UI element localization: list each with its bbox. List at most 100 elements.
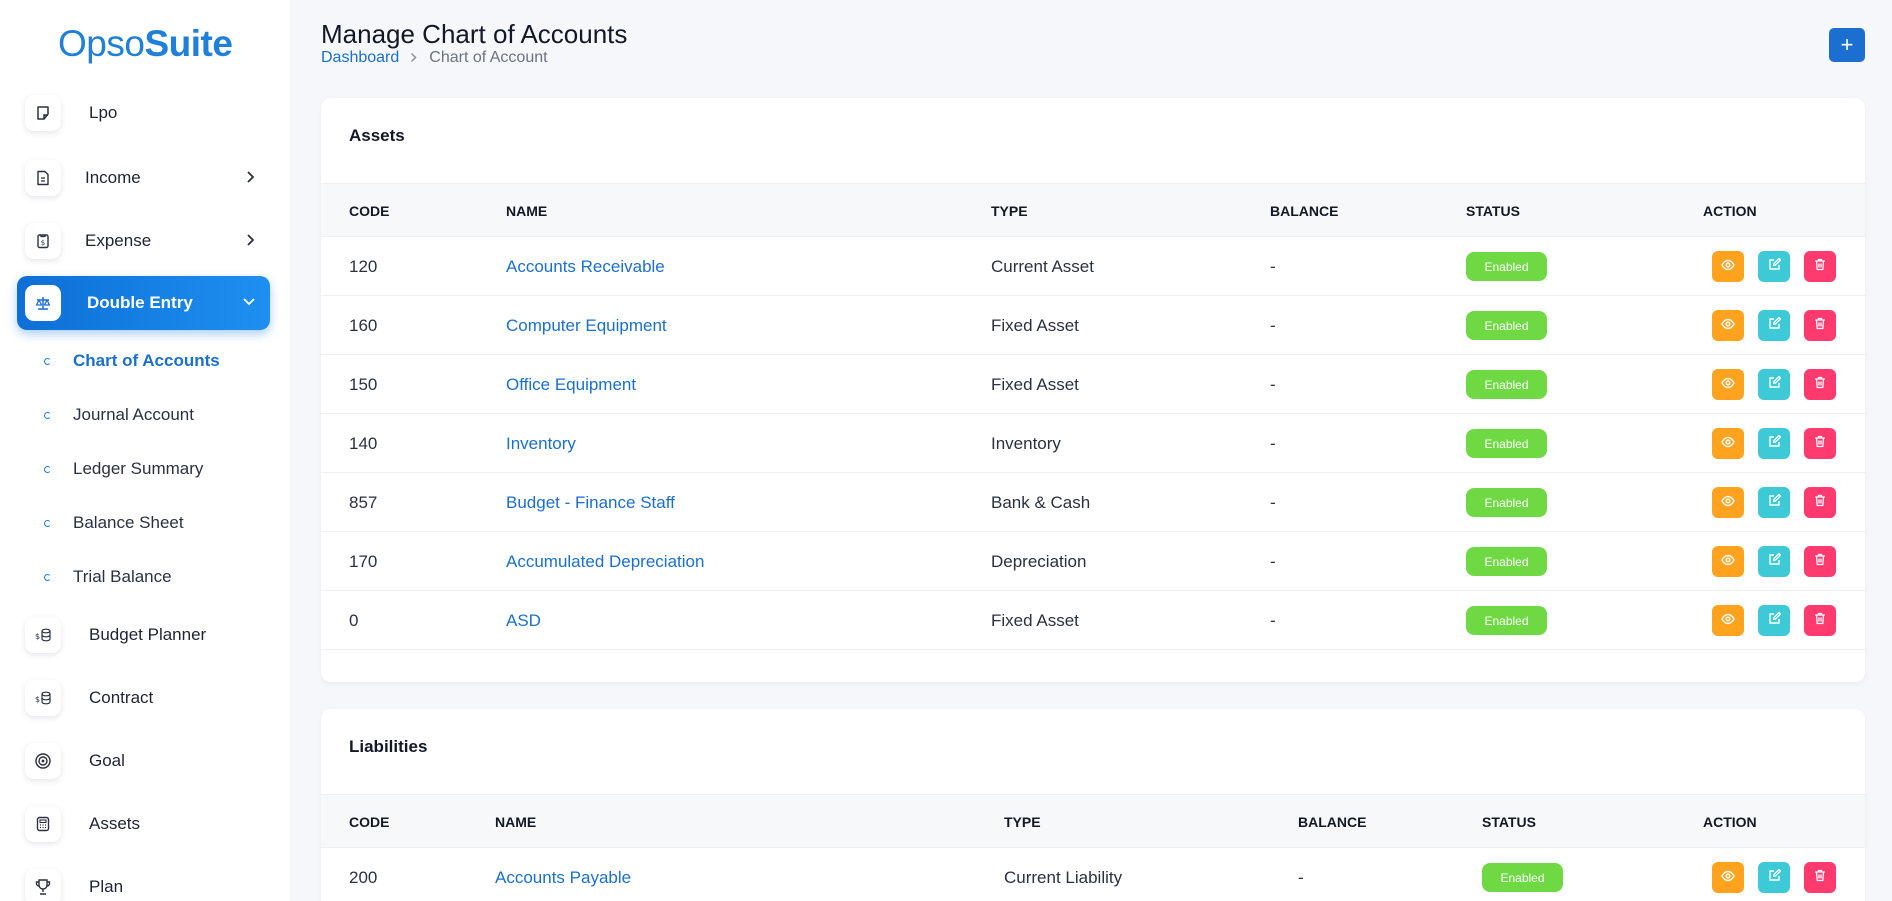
view-button[interactable] bbox=[1712, 546, 1744, 577]
delete-button[interactable] bbox=[1804, 369, 1836, 400]
view-button[interactable] bbox=[1712, 251, 1744, 282]
breadcrumb-current: Chart of Account bbox=[429, 49, 548, 66]
sidebar-item-income[interactable]: Income bbox=[17, 153, 270, 203]
sidebar-subitem-balance-sheet[interactable]: Balance Sheet bbox=[44, 508, 184, 538]
trash-icon bbox=[1814, 494, 1826, 512]
edit-button[interactable] bbox=[1758, 605, 1790, 636]
eye-icon bbox=[1721, 494, 1735, 512]
add-account-button[interactable]: + bbox=[1829, 28, 1865, 62]
eye-icon bbox=[1721, 612, 1735, 630]
table-row: 120 Accounts Receivable Current Asset - Enab… bbox=[321, 237, 1865, 296]
sidebar-item-assets[interactable]: Assets bbox=[17, 799, 270, 849]
sidebar-item-double-entry[interactable]: Double Entry bbox=[17, 276, 270, 330]
account-name-link[interactable]: Budget - Finance Staff bbox=[506, 493, 675, 513]
sidebar-subitem-trial-balance[interactable]: Trial Balance bbox=[44, 562, 172, 592]
view-button[interactable] bbox=[1712, 487, 1744, 518]
svg-text:$: $ bbox=[35, 695, 40, 704]
account-name-link[interactable]: Office Equipment bbox=[506, 375, 636, 395]
sidebar-item-goal[interactable]: Goal bbox=[17, 736, 270, 786]
logo-part2: Suite bbox=[144, 23, 233, 64]
cell-type: Current Asset bbox=[991, 257, 1094, 276]
edit-button[interactable] bbox=[1758, 428, 1790, 459]
account-name-link[interactable]: Accumulated Depreciation bbox=[506, 552, 704, 572]
status-badge: Enabled bbox=[1466, 311, 1547, 340]
liabilities-section-card: Liabilities CODE NAME TYPE BALANCE STATU… bbox=[321, 709, 1865, 901]
sidebar-subitem-ledger-summary[interactable]: Ledger Summary bbox=[44, 454, 203, 484]
delete-button[interactable] bbox=[1804, 487, 1836, 518]
edit-icon bbox=[1768, 434, 1781, 453]
cell-balance: - bbox=[1270, 257, 1276, 276]
view-button[interactable] bbox=[1712, 428, 1744, 459]
sidebar-item-plan[interactable]: Plan bbox=[17, 862, 270, 901]
account-name-link[interactable]: Computer Equipment bbox=[506, 316, 667, 336]
sidebar-item-label: Income bbox=[85, 168, 141, 187]
scale-icon bbox=[25, 285, 61, 321]
trash-icon bbox=[1814, 435, 1826, 453]
edit-button[interactable] bbox=[1758, 251, 1790, 282]
view-button[interactable] bbox=[1712, 862, 1744, 893]
cell-balance: - bbox=[1270, 552, 1276, 571]
sidebar-item-label: Budget Planner bbox=[89, 625, 207, 644]
edit-icon bbox=[1768, 316, 1781, 335]
sidebar-item-label: Lpo bbox=[89, 103, 118, 122]
chevron-down-icon bbox=[243, 298, 255, 306]
table-row: 160 Computer Equipment Fixed Asset - Enabled bbox=[321, 296, 1865, 355]
column-header-code: CODE bbox=[349, 814, 390, 830]
eye-icon bbox=[1721, 869, 1735, 887]
delete-button[interactable] bbox=[1804, 605, 1836, 636]
delete-button[interactable] bbox=[1804, 862, 1836, 893]
trash-icon bbox=[1814, 869, 1826, 887]
svg-text:$: $ bbox=[35, 632, 40, 641]
trash-icon bbox=[1814, 258, 1826, 276]
account-name-link[interactable]: Accounts Payable bbox=[495, 868, 631, 888]
chevron-right-icon bbox=[410, 50, 418, 66]
edit-button[interactable] bbox=[1758, 487, 1790, 518]
cell-type: Current Liability bbox=[1004, 868, 1123, 887]
account-name-link[interactable]: ASD bbox=[506, 611, 541, 631]
sidebar-item-contract[interactable]: $ Contract bbox=[17, 673, 270, 723]
cell-code: 160 bbox=[349, 316, 378, 335]
sidebar-item-label: Contract bbox=[89, 688, 154, 707]
column-header-action: ACTION bbox=[1703, 203, 1757, 219]
delete-button[interactable] bbox=[1804, 428, 1836, 459]
edit-button[interactable] bbox=[1758, 310, 1790, 341]
logo[interactable]: Opso Suite bbox=[58, 14, 233, 74]
eye-icon bbox=[1721, 317, 1735, 335]
coins-icon: $ bbox=[25, 617, 61, 653]
logo-part1: Opso bbox=[58, 23, 145, 64]
calculator-icon bbox=[25, 806, 61, 842]
edit-button[interactable] bbox=[1758, 862, 1790, 893]
sidebar-subitem-chart-of-accounts[interactable]: Chart of Accounts bbox=[44, 346, 220, 376]
bullet-icon bbox=[44, 573, 51, 581]
edit-icon bbox=[1768, 552, 1781, 571]
sidebar-item-expense[interactable]: $ Expense bbox=[17, 216, 270, 266]
delete-button[interactable] bbox=[1804, 546, 1836, 577]
cell-balance: - bbox=[1270, 493, 1276, 512]
eye-icon bbox=[1721, 553, 1735, 571]
delete-button[interactable] bbox=[1804, 251, 1836, 282]
view-button[interactable] bbox=[1712, 369, 1744, 400]
sidebar-subitem-label: Ledger Summary bbox=[73, 459, 204, 478]
cell-type: Fixed Asset bbox=[991, 611, 1079, 630]
chevron-right-icon bbox=[247, 171, 255, 183]
sidebar-subitem-label: Journal Account bbox=[73, 405, 194, 424]
delete-button[interactable] bbox=[1804, 310, 1836, 341]
sidebar-subitem-journal-account[interactable]: Journal Account bbox=[44, 400, 194, 430]
sidebar-item-budget-planner[interactable]: $ Budget Planner bbox=[17, 610, 270, 660]
edit-button[interactable] bbox=[1758, 369, 1790, 400]
edit-button[interactable] bbox=[1758, 546, 1790, 577]
breadcrumb-dashboard-link[interactable]: Dashboard bbox=[321, 49, 399, 67]
edit-icon bbox=[1768, 257, 1781, 276]
view-button[interactable] bbox=[1712, 310, 1744, 341]
trash-icon bbox=[1814, 553, 1826, 571]
sidebar-item-label: Plan bbox=[89, 877, 124, 896]
column-header-action: ACTION bbox=[1703, 814, 1757, 830]
edit-icon bbox=[1768, 868, 1781, 887]
column-header-status: STATUS bbox=[1482, 814, 1536, 830]
account-name-link[interactable]: Accounts Receivable bbox=[506, 257, 665, 277]
account-name-link[interactable]: Inventory bbox=[506, 434, 576, 454]
table-row: 200 Accounts Payable Current Liability - Ena… bbox=[321, 848, 1865, 901]
view-button[interactable] bbox=[1712, 605, 1744, 636]
column-header-status: STATUS bbox=[1466, 203, 1520, 219]
sidebar-item-lpo[interactable]: Lpo bbox=[17, 88, 270, 138]
